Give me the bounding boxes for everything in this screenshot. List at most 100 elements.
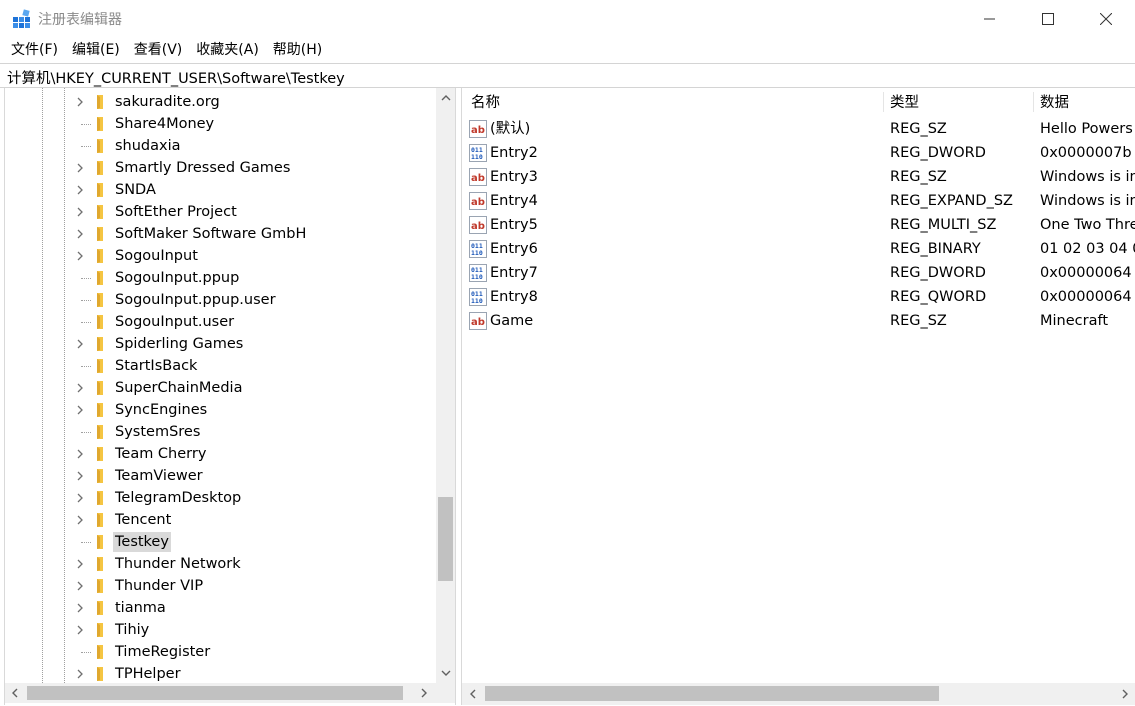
value-row[interactable]: ab Game REG_SZ Minecraft xyxy=(462,309,1135,333)
folder-icon xyxy=(97,117,103,131)
tree-item[interactable]: Spiderling Games xyxy=(5,333,435,355)
chevron-right-icon[interactable] xyxy=(75,559,85,569)
chevron-right-icon[interactable] xyxy=(75,625,85,635)
tree-item[interactable]: SogouInput xyxy=(5,245,435,267)
chevron-down-icon xyxy=(441,670,450,676)
chevron-right-icon[interactable] xyxy=(75,405,85,415)
menu-file[interactable]: 文件(F) xyxy=(4,38,65,63)
chevron-right-icon[interactable] xyxy=(75,603,85,613)
chevron-right-icon[interactable] xyxy=(75,229,85,239)
tree-item-label: Team Cherry xyxy=(115,446,207,462)
tree-item-label: TimeRegister xyxy=(115,644,211,660)
tree-item[interactable]: TeamViewer xyxy=(5,465,435,487)
value-row[interactable]: 011 110 Entry2 REG_DWORD 0x0000007b xyxy=(462,141,1135,165)
tree-item-label: Spiderling Games xyxy=(115,336,244,352)
tree-item[interactable]: TelegramDesktop xyxy=(5,487,435,509)
scroll-down-button[interactable] xyxy=(436,663,455,683)
chevron-right-icon[interactable] xyxy=(75,207,85,217)
values-horizontal-scrollbar[interactable] xyxy=(462,683,1135,705)
chevron-right-icon[interactable] xyxy=(75,515,85,525)
tree-item-label: Tencent xyxy=(115,512,172,528)
tree-item[interactable]: tianma xyxy=(5,597,435,619)
menu-view[interactable]: 查看(V) xyxy=(127,38,190,63)
tree-item[interactable]: Tihiy xyxy=(5,619,435,641)
chevron-right-icon[interactable] xyxy=(75,383,85,393)
tree-item[interactable]: SuperChainMedia xyxy=(5,377,435,399)
tree-item[interactable]: Thunder VIP xyxy=(5,575,435,597)
tree-item[interactable]: Testkey xyxy=(5,531,435,553)
tree-item[interactable]: SogouInput.user xyxy=(5,311,435,333)
value-row[interactable]: 011 110 Entry7 REG_DWORD 0x00000064 ( xyxy=(462,261,1135,285)
value-row[interactable]: ab Entry4 REG_EXPAND_SZ Windows is in xyxy=(462,189,1135,213)
chevron-right-icon[interactable] xyxy=(75,581,85,591)
value-row[interactable]: 011 110 Entry8 REG_QWORD 0x00000064 ( xyxy=(462,285,1135,309)
value-row[interactable]: ab Entry3 REG_SZ Windows is in xyxy=(462,165,1135,189)
tree-item[interactable]: StartIsBack xyxy=(5,355,435,377)
maximize-button[interactable] xyxy=(1019,0,1077,38)
menu-favorites[interactable]: 收藏夹(A) xyxy=(189,38,266,63)
tree-connector xyxy=(81,322,91,323)
values-horizontal-scroll-thumb[interactable] xyxy=(485,686,939,701)
chevron-right-icon[interactable] xyxy=(75,449,85,459)
tree-item[interactable]: SoftEther Project xyxy=(5,201,435,223)
value-row[interactable]: 011 110 Entry6 REG_BINARY 01 02 03 04 0 xyxy=(462,237,1135,261)
close-button[interactable] xyxy=(1077,0,1135,38)
tree-horizontal-scroll-thumb[interactable] xyxy=(27,686,403,700)
column-header-name[interactable]: 名称 xyxy=(471,88,500,114)
tree-item[interactable]: TimeRegister xyxy=(5,641,435,663)
minimize-button[interactable] xyxy=(961,0,1019,38)
tree-item[interactable]: SogouInput.ppup.user xyxy=(5,289,435,311)
chevron-right-icon[interactable] xyxy=(75,185,85,195)
scroll-left-button[interactable] xyxy=(5,683,25,703)
tree-horizontal-scrollbar[interactable] xyxy=(5,683,455,703)
tree-item[interactable]: sakuradite.org xyxy=(5,91,435,113)
tree-vertical-scroll-thumb[interactable] xyxy=(438,497,453,581)
tree-item[interactable]: Share4Money xyxy=(5,113,435,135)
scroll-right-button[interactable] xyxy=(414,683,434,703)
folder-icon xyxy=(97,271,103,285)
value-row[interactable]: ab (默认) REG_SZ Hello Powers xyxy=(462,117,1135,141)
tree-item[interactable]: TPHelper xyxy=(5,663,435,685)
tree-item[interactable]: SogouInput.ppup xyxy=(5,267,435,289)
chevron-right-icon[interactable] xyxy=(75,163,85,173)
chevron-right-icon[interactable] xyxy=(75,97,85,107)
key-tree-pane[interactable]: sakuradite.org Share4Money shudaxia Smartly… xyxy=(4,88,456,705)
folder-icon xyxy=(97,337,103,351)
value-type: REG_MULTI_SZ xyxy=(890,217,997,233)
tree-item[interactable]: SNDA xyxy=(5,179,435,201)
svg-text:ab: ab xyxy=(471,173,485,184)
chevron-right-icon[interactable] xyxy=(75,471,85,481)
chevron-right-icon[interactable] xyxy=(75,251,85,261)
tree-vertical-scrollbar[interactable] xyxy=(436,88,455,683)
tree-item[interactable]: SoftMaker Software GmbH xyxy=(5,223,435,245)
address-bar[interactable]: 计算机\HKEY_CURRENT_USER\Software\Testkey xyxy=(0,63,1135,88)
close-icon xyxy=(1100,13,1112,25)
scroll-up-button[interactable] xyxy=(436,88,455,108)
tree-item[interactable]: Thunder Network xyxy=(5,553,435,575)
value-type: REG_EXPAND_SZ xyxy=(890,193,1013,209)
chevron-right-icon[interactable] xyxy=(75,669,85,679)
chevron-right-icon[interactable] xyxy=(75,339,85,349)
value-row[interactable]: ab Entry5 REG_MULTI_SZ One Two Thre xyxy=(462,213,1135,237)
scroll-right-button[interactable] xyxy=(1114,683,1135,705)
tree-item[interactable]: shudaxia xyxy=(5,135,435,157)
tree-connector xyxy=(81,278,91,279)
column-separator[interactable] xyxy=(883,92,884,112)
tree-item[interactable]: Team Cherry xyxy=(5,443,435,465)
column-header-data[interactable]: 数据 xyxy=(1040,88,1069,114)
tree-connector xyxy=(81,366,91,367)
tree-item[interactable]: SystemSres xyxy=(5,421,435,443)
address-path[interactable]: 计算机\HKEY_CURRENT_USER\Software\Testkey xyxy=(7,67,345,88)
tree-item[interactable]: Tencent xyxy=(5,509,435,531)
menu-help[interactable]: 帮助(H) xyxy=(266,38,329,63)
string-value-icon: ab xyxy=(469,168,487,186)
scroll-left-button[interactable] xyxy=(462,683,484,705)
tree-item[interactable]: SyncEngines xyxy=(5,399,435,421)
column-header-type[interactable]: 类型 xyxy=(890,88,919,114)
menu-edit[interactable]: 编辑(E) xyxy=(65,38,127,63)
column-separator[interactable] xyxy=(1033,92,1034,112)
chevron-right-icon[interactable] xyxy=(75,493,85,503)
folder-icon xyxy=(97,513,103,527)
values-pane[interactable]: 名称 类型 数据 ab (默认) REG_SZ Hello Powers 011 110 E… xyxy=(461,88,1135,705)
tree-item[interactable]: Smartly Dressed Games xyxy=(5,157,435,179)
